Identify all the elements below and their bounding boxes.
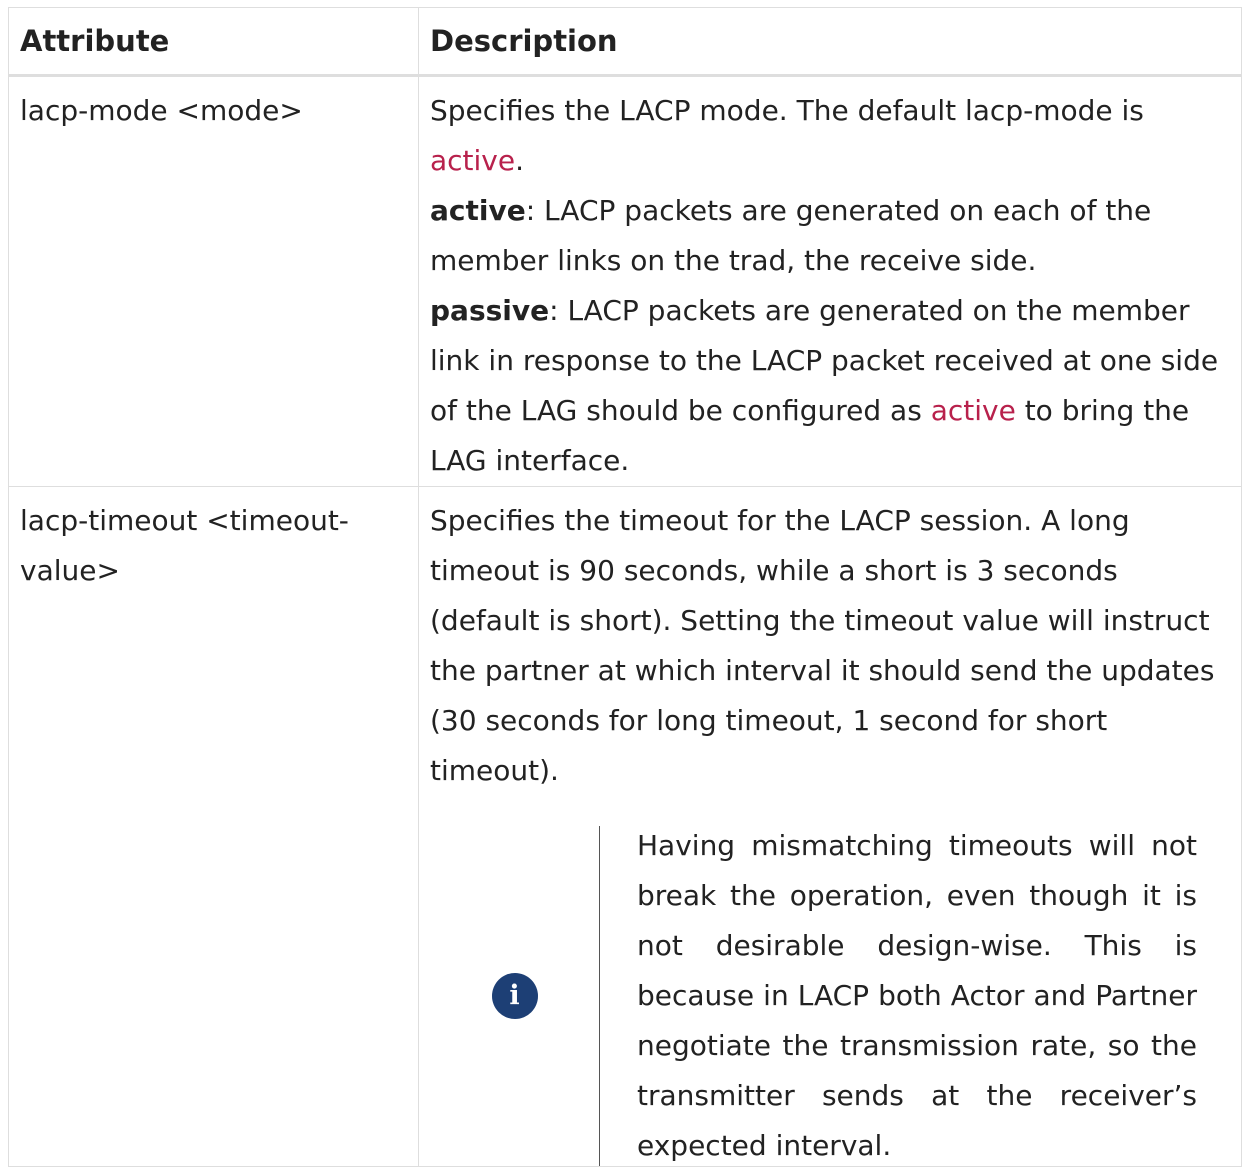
timeout-description: Specifies the timeout for the LACP sessi… [430,504,1215,787]
intro-text: Specifies the LACP mode. The default lac… [430,94,1144,127]
attribute-cell: lacp-timeout <timeout-value> [8,486,419,1167]
active-term: active [430,194,526,227]
description-intro: Specifies the LACP mode. The default lac… [430,86,1231,186]
default-mode-keyword: active [430,144,516,177]
table-header-row: Attribute Description [8,7,1242,77]
note-text: Having mismatching timeouts will not bre… [637,829,1197,1162]
description-cell: Specifies the LACP mode. The default lac… [418,75,1242,487]
passive-term: passive [430,294,550,327]
intro-suffix: . [515,144,525,177]
info-note: i Having mismatching timeouts will not b… [430,826,1231,1166]
passive-mode-description: passive: LACP packets are generated on t… [430,286,1231,486]
table-row: lacp-mode <mode> Specifies the LACP mode… [8,75,1242,487]
info-icon: i [491,973,538,1019]
attribute-column-header: Attribute [8,7,419,77]
active-mode-description: active: LACP packets are generated on ea… [430,186,1231,286]
passive-active-keyword: active [930,394,1016,427]
attribute-table: Attribute Description lacp-mode <mode> S… [8,7,1242,1167]
attribute-cell: lacp-mode <mode> [8,75,419,487]
note-icon-column: i [430,826,600,1166]
description-cell: Specifies the timeout for the LACP sessi… [418,486,1242,1167]
active-text: : LACP packets are generated on each of … [430,194,1152,277]
table-row: lacp-timeout <timeout-value> Specifies t… [8,486,1242,1167]
description-column-header: Description [418,7,1242,77]
